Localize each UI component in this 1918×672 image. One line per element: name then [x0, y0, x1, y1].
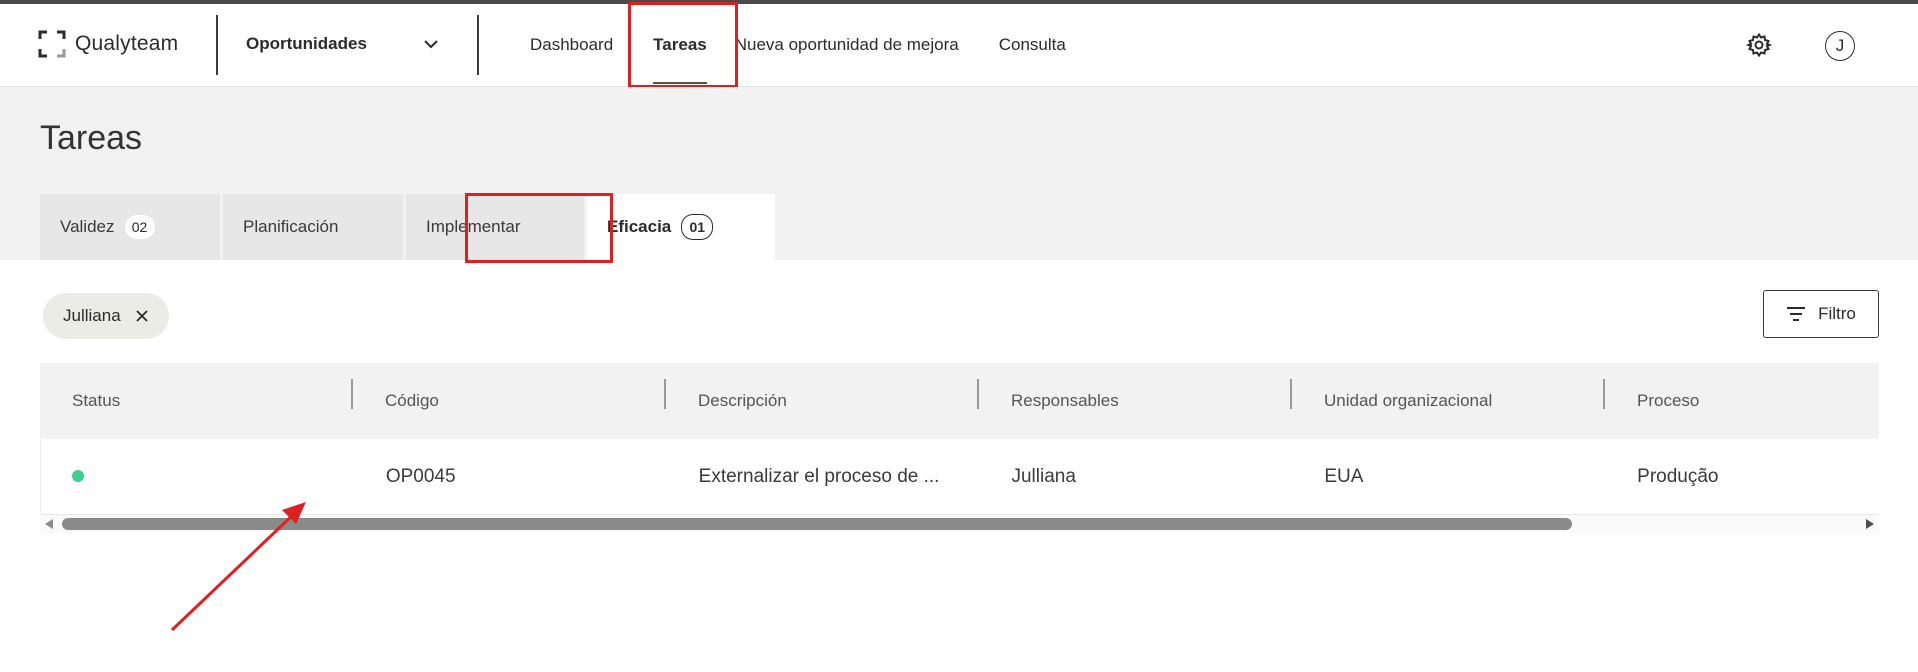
header-divider: [477, 15, 479, 75]
tasks-table: Status Código Descripción Responsables U…: [40, 363, 1879, 515]
chevron-down-icon: [424, 40, 438, 49]
tab-label: Implementar: [426, 217, 521, 236]
logo-text: Qualyteam: [75, 32, 179, 55]
filter-icon: [1787, 307, 1806, 321]
app-header: Qualyteam Oportunidades Dashboard Tareas…: [0, 4, 1918, 87]
filter-button[interactable]: Filtro: [1763, 290, 1879, 338]
tab-count-badge: 02: [124, 215, 155, 239]
filter-chip-label: Julliana: [63, 306, 121, 325]
scroll-left-arrow-icon[interactable]: [45, 519, 53, 529]
nav-item-dashboard[interactable]: Dashboard: [510, 4, 633, 86]
nav-item-tareas[interactable]: Tareas: [633, 4, 727, 86]
column-header-codigo[interactable]: Código: [353, 379, 666, 411]
nav-item-consulta[interactable]: Consulta: [979, 4, 1086, 86]
module-selector[interactable]: Oportunidades: [218, 24, 448, 64]
tab-planificacion[interactable]: Planificación: [223, 194, 403, 260]
filter-button-label: Filtro: [1818, 304, 1856, 323]
tab-count-badge: 01: [681, 214, 714, 240]
status-dot: [72, 469, 84, 482]
main-nav: Dashboard Tareas Nueva oportunidad de me…: [510, 4, 1086, 86]
gear-icon[interactable]: [1746, 32, 1772, 58]
column-header-descripcion[interactable]: Descripción: [666, 379, 979, 411]
tab-validez[interactable]: Validez 02: [40, 194, 220, 260]
page-title: Tareas: [40, 119, 143, 157]
cell-status: [41, 466, 354, 488]
tab-label: Validez: [60, 217, 115, 236]
tab-label: Planificación: [243, 217, 339, 236]
app-logo[interactable]: Qualyteam: [38, 30, 178, 58]
cell-unidad: EUA: [1324, 465, 1364, 487]
column-header-status[interactable]: Status: [40, 379, 353, 411]
cell-proceso: Produção: [1637, 465, 1719, 487]
scroll-right-arrow-icon[interactable]: [1866, 519, 1874, 529]
close-icon[interactable]: [135, 309, 149, 323]
column-header-unidad[interactable]: Unidad organizacional: [1292, 379, 1605, 411]
table-header: Status Código Descripción Responsables U…: [40, 363, 1879, 439]
logo-mark-icon: [38, 30, 66, 58]
cell-codigo: OP0045: [385, 465, 456, 487]
cell-descripcion: Externalizar el proceso de ...: [698, 465, 940, 487]
tab-eficacia[interactable]: Eficacia 01: [587, 194, 775, 260]
user-avatar[interactable]: J: [1825, 31, 1855, 61]
cell-responsables: Julliana: [1011, 465, 1076, 487]
column-header-proceso[interactable]: Proceso: [1605, 391, 1879, 411]
scrollbar-thumb[interactable]: [62, 518, 1572, 530]
column-header-responsables[interactable]: Responsables: [979, 379, 1292, 411]
module-selector-label: Oportunidades: [246, 34, 367, 53]
task-tabs: Validez 02 Planificación Implementar Efi…: [40, 194, 775, 260]
tab-label: Eficacia: [607, 217, 672, 236]
table-row[interactable]: OP0045 Externalizar el proceso de ... Ju…: [40, 439, 1879, 515]
filter-chip: Julliana: [43, 293, 169, 339]
nav-item-nueva-oportunidad[interactable]: Nueva oportunidad de mejora: [727, 4, 979, 86]
horizontal-scrollbar[interactable]: [40, 515, 1879, 533]
tab-implementar[interactable]: Implementar: [406, 194, 584, 260]
